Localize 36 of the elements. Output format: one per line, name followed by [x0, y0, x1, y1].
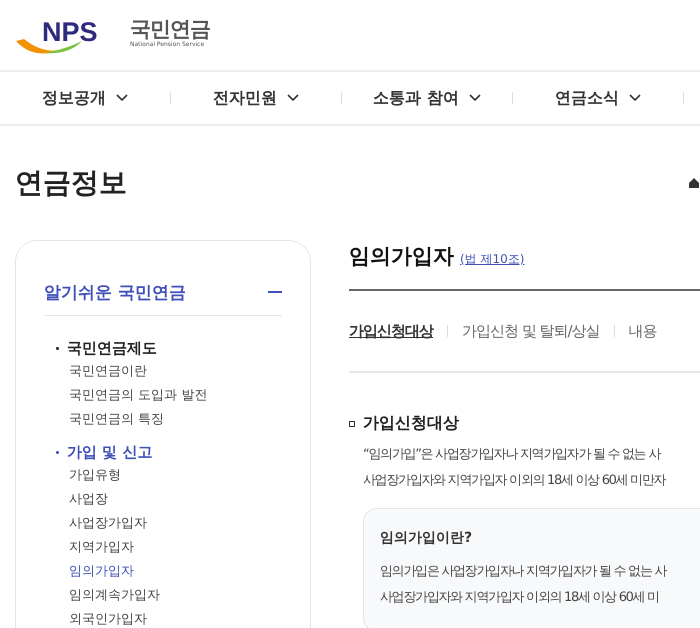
section-title: 가입신청대상	[363, 413, 459, 434]
page-title: 연금정보	[15, 165, 127, 201]
info-box-title: 임의가입이란?	[380, 529, 474, 547]
side-menu-title: 알기쉬운 국민연금	[44, 282, 186, 304]
side-menu-group[interactable]: 국민연금제도	[44, 336, 282, 360]
content-tab[interactable]: 가입신청대상	[349, 322, 433, 340]
logo-name: 국민연금	[130, 17, 210, 41]
info-box-text: 임의가입은 사업장가입자나 지역가입자가 될 수 없는 사	[380, 563, 668, 581]
nav-menu-item[interactable]: 정보공개	[0, 88, 170, 108]
body-text: 사업장가입자와 지역가입자 이외의 18세 이상 60세 미만자	[363, 472, 667, 490]
side-menu-item[interactable]: 임의가입자	[44, 560, 282, 584]
nav-menu-item[interactable]: 소통과 참여	[342, 88, 512, 108]
side-menu-item[interactable]: 사업장가입자	[44, 512, 282, 536]
info-box-text: 사업장가입자와 지역가입자 이외의 18세 이상 60세 미	[380, 589, 660, 607]
home-icon[interactable]	[688, 177, 700, 189]
side-menu-item[interactable]: 국민연금의 특징	[44, 408, 282, 432]
chevron-down-icon	[287, 94, 299, 102]
side-menu-item[interactable]: 사업장	[44, 488, 282, 512]
side-menu-group[interactable]: 가입 및 신고	[44, 440, 282, 464]
side-menu-item[interactable]: 임의계속가입자	[44, 584, 282, 608]
side-menu-item[interactable]: 지역가입자	[44, 536, 282, 560]
content-tab[interactable]: 가입신청 및 탈퇴/상실	[462, 322, 600, 340]
side-menu-item[interactable]: 국민연금의 도입과 발전	[44, 384, 282, 408]
side-menu-item[interactable]: 국민연금이란	[44, 360, 282, 384]
chevron-down-icon	[116, 94, 128, 102]
content-title: 임의가입자	[349, 243, 454, 270]
content-tab[interactable]: 내용	[628, 322, 657, 340]
square-bullet-icon	[349, 420, 355, 426]
law-link[interactable]: (법 제10조)	[460, 251, 524, 268]
nav-menu-item[interactable]: 전자민원	[171, 88, 341, 108]
chevron-down-icon	[468, 94, 481, 102]
body-text: “임의가입”은 사업장가입자나 지역가입자가 될 수 없는 사	[363, 446, 662, 464]
side-menu-item[interactable]: 가입유형	[44, 464, 282, 488]
nav-menu-item[interactable]: 연금소식	[513, 88, 683, 108]
side-menu-item[interactable]: 외국인가입자	[44, 608, 282, 628]
chevron-down-icon	[629, 94, 641, 102]
